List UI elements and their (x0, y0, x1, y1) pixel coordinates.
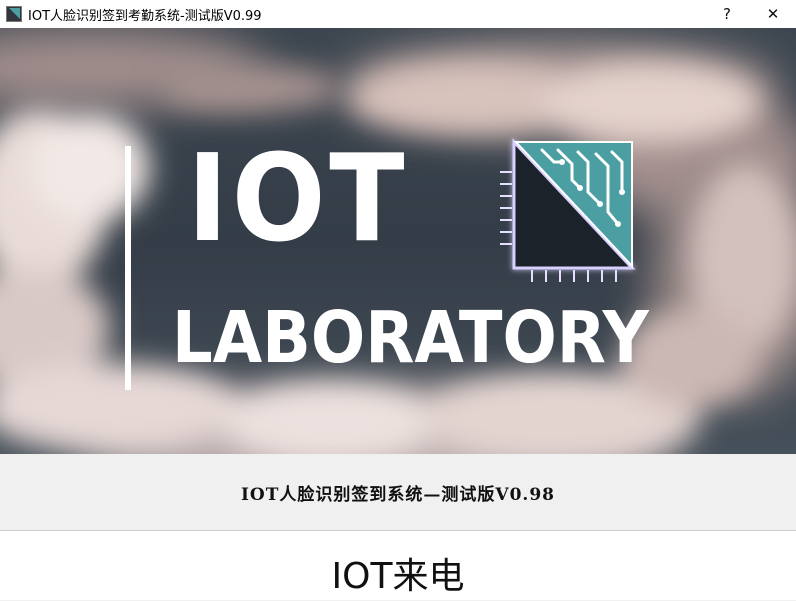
logo-iot-text: IOT (187, 130, 409, 269)
circuit-chip-icon (500, 138, 636, 282)
system-caption: IOT人脸识别签到系统—测试版V0.98 (240, 484, 555, 505)
close-button[interactable]: ✕ (750, 0, 796, 28)
help-button[interactable]: ? (704, 0, 750, 28)
logo-divider (125, 146, 131, 390)
status-message: IOT来电 (331, 556, 465, 597)
message-panel: IOT来电 (0, 530, 796, 600)
window-title-bar: IOT人脸识别签到考勤系统-测试版V0.99 ? ✕ (0, 0, 796, 28)
app-icon (6, 6, 22, 22)
banner-image: IOT LABORATORY (0, 28, 796, 454)
logo-laboratory-text: LABORATORY (172, 296, 649, 379)
window-controls: ? ✕ (704, 0, 796, 28)
window-title: IOT人脸识别签到考勤系统-测试版V0.99 (28, 8, 262, 24)
